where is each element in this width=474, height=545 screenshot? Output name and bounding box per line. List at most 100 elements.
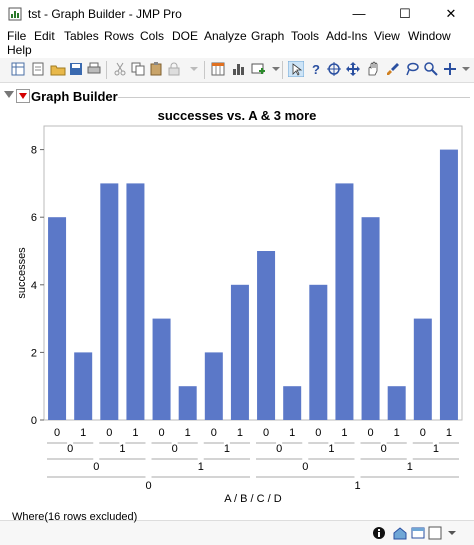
checkbox-icon[interactable] (428, 526, 442, 540)
bar[interactable] (361, 217, 380, 420)
info-icon[interactable] (372, 526, 386, 540)
x-level-C-label: 1 (433, 443, 439, 455)
panel-title: Graph Builder (31, 89, 118, 104)
x-level-C-label: 1 (224, 443, 230, 455)
copy-icon[interactable] (130, 61, 146, 77)
dropdown-arrow-icon[interactable] (446, 527, 458, 539)
toolbar-separator (204, 61, 205, 79)
menu-help[interactable]: Help (7, 43, 32, 57)
disclosure-triangle-icon[interactable] (4, 91, 14, 98)
x-level-D-label: 1 (237, 427, 243, 439)
window-list-icon[interactable] (410, 525, 426, 541)
menu-window[interactable]: Window (408, 29, 451, 43)
x-level-D-label: 1 (446, 427, 452, 439)
save-icon[interactable] (68, 61, 84, 77)
status-bar: Where(16 rows excluded) (0, 511, 474, 545)
print-icon[interactable] (86, 61, 102, 77)
x-level-A-label: 0 (145, 480, 151, 492)
x-level-A-label: 1 (354, 480, 360, 492)
x-level-D-label: 1 (394, 427, 400, 439)
close-button[interactable]: ✕ (428, 0, 474, 28)
toolbar-separator (106, 61, 107, 79)
menu-graph[interactable]: Graph (251, 29, 284, 43)
menu-edit[interactable]: Edit (34, 29, 55, 43)
maximize-button[interactable]: ☐ (382, 0, 428, 28)
dropdown-arrow-icon[interactable] (186, 61, 202, 77)
window-title: tst - Graph Builder - JMP Pro (28, 7, 182, 21)
help-question-icon[interactable]: ? (308, 61, 324, 77)
bar-chart: successes vs. A & 3 more successes A / B… (16, 108, 463, 505)
red-triangle-menu-icon[interactable] (16, 89, 30, 103)
menu-tools[interactable]: Tools (291, 29, 319, 43)
crosshair-icon[interactable] (326, 61, 342, 77)
toolbar: ? (0, 58, 474, 83)
chart-title: successes vs. A & 3 more (158, 108, 317, 123)
menu-cols[interactable]: Cols (140, 29, 164, 43)
hand-grabber-icon[interactable] (365, 61, 381, 77)
x-level-D-label: 1 (289, 427, 295, 439)
home-icon[interactable] (392, 525, 408, 541)
x-level-D-label: 0 (211, 427, 217, 439)
minimize-button[interactable]: — (336, 0, 382, 28)
new-script-icon[interactable] (30, 61, 46, 77)
menu-doe[interactable]: DOE (172, 29, 198, 43)
bar[interactable] (439, 149, 458, 420)
new-data-table-icon[interactable] (10, 61, 26, 77)
x-axis-label: A / B / C / D (224, 493, 282, 505)
x-level-B-label: 0 (93, 461, 99, 473)
x-level-C-label: 0 (276, 443, 282, 455)
y-axis-label: successes (16, 247, 28, 299)
where-excluded-text: Where(16 rows excluded) (12, 511, 138, 523)
menu-add-ins[interactable]: Add-Ins (326, 29, 367, 43)
menu-file[interactable]: File (7, 29, 26, 43)
bar[interactable] (204, 352, 223, 420)
x-level-D-label: 1 (341, 427, 347, 439)
arrow-pointer-icon[interactable] (288, 61, 304, 77)
x-level-D-label: 0 (420, 427, 426, 439)
brush-icon[interactable] (385, 61, 401, 77)
x-level-B-label: 1 (198, 461, 204, 473)
x-level-C-label: 0 (172, 443, 178, 455)
menu-analyze[interactable]: Analyze (204, 29, 247, 43)
bar[interactable] (387, 386, 406, 420)
bar[interactable] (100, 183, 119, 420)
plus-icon[interactable] (442, 61, 458, 77)
y-tick-label: 2 (31, 347, 37, 359)
x-level-C-label: 1 (119, 443, 125, 455)
bar[interactable] (74, 352, 93, 420)
lasso-icon[interactable] (404, 61, 420, 77)
move-icon[interactable] (345, 61, 361, 77)
bar[interactable] (309, 284, 328, 420)
open-folder-icon[interactable] (50, 61, 66, 77)
x-level-C-label: 0 (381, 443, 387, 455)
menu-rows[interactable]: Rows (104, 29, 134, 43)
graph-builder-panel-header: Graph Builder (0, 86, 474, 108)
magnifier-icon[interactable] (423, 61, 439, 77)
bar[interactable] (178, 386, 197, 420)
menu-view[interactable]: View (374, 29, 400, 43)
paste-icon[interactable] (148, 61, 164, 77)
toolbar-separator (282, 61, 283, 79)
bar[interactable] (413, 318, 432, 420)
lock-icon[interactable] (166, 61, 182, 77)
add-graph-icon[interactable] (250, 61, 266, 77)
bar[interactable] (126, 183, 145, 420)
bar[interactable] (283, 386, 302, 420)
x-level-D-label: 0 (54, 427, 60, 439)
x-level-D-label: 0 (106, 427, 112, 439)
menu-tables[interactable]: Tables (64, 29, 99, 43)
bar[interactable] (48, 217, 67, 420)
distribution-icon[interactable] (230, 61, 246, 77)
y-tick-label: 8 (31, 145, 37, 157)
x-level-D-label: 1 (80, 427, 86, 439)
dropdown-arrow-icon[interactable] (460, 61, 472, 77)
svg-text:?: ? (312, 62, 320, 77)
y-tick-label: 4 (31, 280, 37, 292)
bar[interactable] (257, 251, 276, 420)
bar[interactable] (152, 318, 171, 420)
data-grid-icon[interactable] (210, 61, 226, 77)
x-level-D-label: 0 (315, 427, 321, 439)
bar[interactable] (230, 284, 249, 420)
cut-icon[interactable] (112, 61, 128, 77)
bar[interactable] (335, 183, 354, 420)
